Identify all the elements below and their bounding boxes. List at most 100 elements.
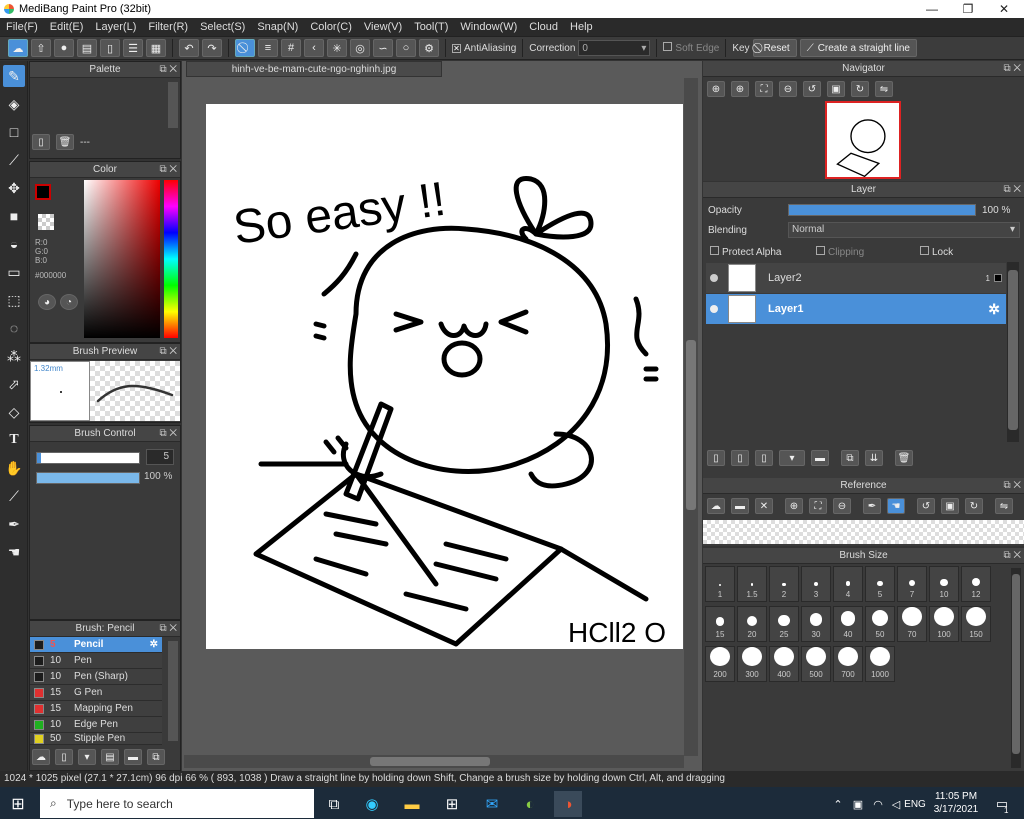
brush-size-option[interactable]: 1 — [705, 566, 735, 602]
menu-file[interactable]: File(F) — [0, 21, 44, 33]
brush-size-option[interactable]: 40 — [833, 606, 863, 642]
text-box-icon[interactable]: ▤ — [77, 39, 97, 57]
brush-item[interactable]: 50 Stipple Pen — [30, 733, 162, 745]
drawing-canvas[interactable]: So easy !! HCll2 O — [206, 104, 683, 649]
operation-tool-icon[interactable]: ✋ — [3, 457, 25, 479]
new-halftone-layer-icon[interactable]: ▯ — [731, 450, 749, 466]
language-indicator[interactable]: ENG — [902, 791, 928, 817]
brush-item[interactable]: 10 Pen — [30, 653, 162, 669]
brush-size-option[interactable]: 7 — [897, 566, 927, 602]
file-explorer-icon[interactable]: ▬ — [398, 791, 426, 817]
brush-item[interactable]: 15 Mapping Pen — [30, 701, 162, 717]
windows-start-icon[interactable]: ⊞ — [4, 791, 32, 817]
brush-opacity-slider[interactable] — [36, 472, 140, 484]
rotate-right-icon[interactable]: ↻ — [965, 498, 983, 514]
clock[interactable]: 11:05 PM 3/17/2021 — [930, 790, 982, 818]
brush-size-option[interactable]: 150 — [961, 606, 991, 642]
brush-item[interactable]: 10 Edge Pen — [30, 717, 162, 733]
notifications-icon[interactable]: ▭ — [988, 791, 1016, 817]
canvas-vertical-scrollbar[interactable] — [684, 78, 698, 756]
delete-layer-icon[interactable]: 🗑 — [895, 450, 913, 466]
hue-slider[interactable] — [164, 180, 178, 338]
panel-controls-icon[interactable]: ⧉ ✕ — [159, 162, 177, 178]
document-tab[interactable]: hinh-ve-be-mam-cute-ngo-nghinh.jpg — [186, 61, 442, 77]
protect-alpha-toggle[interactable]: Protect Alpha — [710, 246, 781, 258]
new-layer-icon[interactable]: ▯ — [707, 450, 725, 466]
menu-snap[interactable]: Snap(N) — [251, 21, 304, 33]
duplicate-layer-icon[interactable]: ⧉ — [841, 450, 859, 466]
hand-tool-icon[interactable]: ☚ — [3, 541, 25, 563]
fit-screen-icon[interactable]: ⛶ — [755, 81, 773, 97]
select-pen-tool-icon[interactable]: ⬀ — [3, 373, 25, 395]
menu-select[interactable]: Select(S) — [194, 21, 251, 33]
open-folder-icon[interactable]: ▬ — [731, 498, 749, 514]
horizontal-scroll-thumb[interactable] — [370, 757, 490, 766]
cloud-reference-icon[interactable]: ☁ — [707, 498, 725, 514]
cloud-icon[interactable]: ☁ — [8, 39, 28, 57]
navigator-thumbnail[interactable] — [825, 101, 901, 179]
brush-size-option[interactable]: 400 — [769, 646, 799, 682]
brush-size-option[interactable]: 300 — [737, 646, 767, 682]
select-rect-tool-icon[interactable]: ⬚ — [3, 289, 25, 311]
brush-item[interactable]: 5 Pencil ✲ — [30, 637, 162, 653]
minimize-button[interactable]: — — [914, 0, 950, 18]
cloud-brush-icon[interactable]: ☁ — [32, 749, 50, 765]
menu-filter[interactable]: Filter(R) — [142, 21, 194, 33]
brush-size-option[interactable]: 2 — [769, 566, 799, 602]
share-icon[interactable]: ⇧ — [31, 39, 51, 57]
brush-size-option[interactable]: 3 — [801, 566, 831, 602]
clipping-toggle[interactable]: Clipping — [816, 246, 864, 258]
brush-tool-icon[interactable]: ✎ — [3, 65, 25, 87]
soft-edge-toggle[interactable]: Soft Edge — [663, 42, 719, 54]
duplicate-brush-icon[interactable]: ⧉ — [147, 749, 165, 765]
mail-icon[interactable]: ✉ — [478, 791, 506, 817]
rectangle-tool-icon[interactable]: □ — [3, 121, 25, 143]
zoom-in-icon[interactable]: ⊕ — [707, 81, 725, 97]
actual-size-icon[interactable]: ▣ — [827, 81, 845, 97]
rotate-right-icon[interactable]: ↻ — [851, 81, 869, 97]
grid-layout-icon[interactable]: ▦ — [146, 39, 166, 57]
circle-snap-icon[interactable]: ◎ — [350, 39, 370, 57]
eyedropper-icon[interactable]: ✒ — [863, 498, 881, 514]
gear-icon[interactable]: ✲ — [988, 301, 1000, 318]
panel-controls-icon[interactable]: ⧉ ✕ — [159, 62, 177, 78]
brush-size-option[interactable]: 20 — [737, 606, 767, 642]
snap-off-icon[interactable]: ⃠ — [235, 39, 255, 57]
settings-icon[interactable]: ⚙ — [419, 39, 439, 57]
close-button[interactable]: ✕ — [986, 0, 1022, 18]
panel-controls-icon[interactable]: ⧉ ✕ — [159, 426, 177, 442]
magic-wand-tool-icon[interactable]: ⁂ — [3, 345, 25, 367]
undo-icon[interactable]: ↶ — [179, 39, 199, 57]
panel-controls-icon[interactable]: ⧉ ✕ — [1003, 548, 1021, 564]
flip-icon[interactable]: ⇋ — [875, 81, 893, 97]
panel-controls-icon[interactable]: ⧉ ✕ — [1003, 478, 1021, 494]
page-icon[interactable]: ▯ — [100, 39, 120, 57]
color-wheel-icon[interactable]: ◕ — [38, 294, 56, 310]
move-tool-icon[interactable]: ✥ — [3, 177, 25, 199]
edit-brush-icon[interactable]: ▤ — [101, 749, 119, 765]
reference-image-area[interactable] — [703, 520, 1024, 544]
menu-cloud[interactable]: Cloud — [523, 21, 564, 33]
divide-tool-icon[interactable]: ⟋ — [3, 485, 25, 507]
brush-size-option[interactable]: 25 — [769, 606, 799, 642]
brush-size-option[interactable]: 10 — [929, 566, 959, 602]
folder-icon[interactable]: ▬ — [124, 749, 142, 765]
comment-icon[interactable]: ● — [54, 39, 74, 57]
color-palette-icon[interactable]: ◔ — [60, 294, 78, 310]
layer-row[interactable]: Layer2 1 — [706, 263, 1006, 293]
brush-item[interactable]: 15 G Pen — [30, 685, 162, 701]
new-palette-icon[interactable]: ▯ — [32, 134, 50, 150]
menu-layer[interactable]: Layer(L) — [89, 21, 142, 33]
brush-size-option[interactable]: 12 — [961, 566, 991, 602]
fit-screen-icon[interactable]: ⛶ — [809, 498, 827, 514]
vertical-scroll-thumb[interactable] — [686, 340, 696, 510]
menu-tool[interactable]: Tool(T) — [408, 21, 454, 33]
brush-size-scrollbar[interactable] — [1011, 568, 1021, 768]
brush-size-option[interactable]: 5 — [865, 566, 895, 602]
brush-size-input[interactable]: 5 — [146, 449, 174, 465]
list-icon[interactable]: ☰ — [123, 39, 143, 57]
transparent-swatch[interactable] — [38, 214, 54, 230]
folder-icon[interactable]: ▬ — [811, 450, 829, 466]
brush-size-option[interactable]: 700 — [833, 646, 863, 682]
new-brush-icon[interactable]: ▯ — [55, 749, 73, 765]
